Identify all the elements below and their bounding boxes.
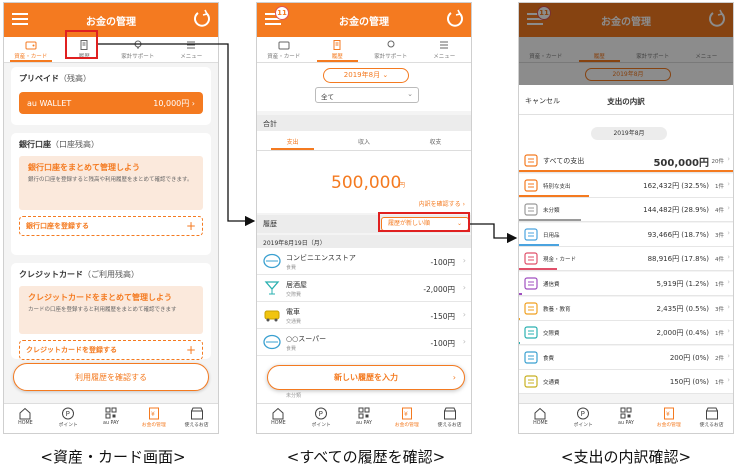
caption-history: <すべての履歴を確認> (286, 448, 446, 466)
caption-assets: <資産・カード画面> (40, 448, 186, 466)
arrow-2 (470, 223, 518, 244)
caption-breakdown: <支出の内訳確認> (560, 448, 692, 466)
arrow-1 (98, 43, 256, 227)
stage: お金の管理 資産・カード 履歴 家計サポート メニュー プリペイド（残高） au… (0, 0, 740, 475)
flow-arrows (98, 43, 518, 244)
